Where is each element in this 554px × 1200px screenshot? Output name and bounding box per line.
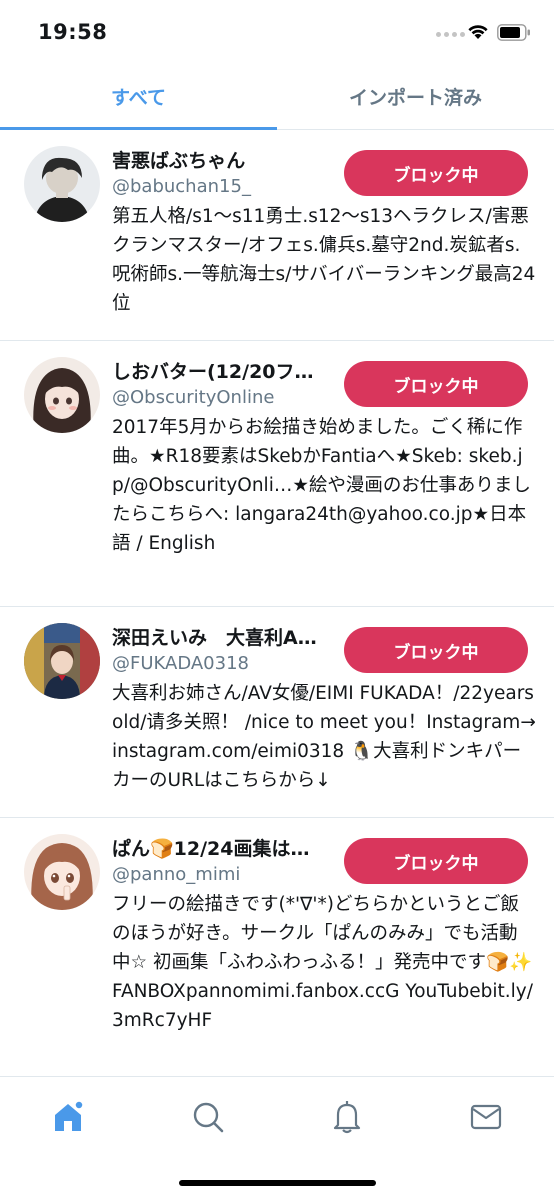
bell-icon <box>333 1101 361 1134</box>
tab-all-label: すべて <box>111 87 166 109</box>
status-bar: 19:58 <box>0 0 554 64</box>
user-bio: フリーの絵描きです(*'∇'*)どちらかというとご飯のほうが好き。サークル「ぱん… <box>112 894 533 1031</box>
signal-icon <box>436 32 465 37</box>
blocked-button[interactable]: ブロック中 <box>344 150 528 196</box>
blocked-user-list: 害悪ばぶちゃん @babuchan15_ 第五人格/s1〜s11勇士.s12〜s… <box>0 130 554 1076</box>
nav-messages[interactable] <box>466 1097 506 1137</box>
user-name: 害悪ばぶちゃん <box>112 150 246 172</box>
tab-all[interactable]: すべて <box>0 64 277 130</box>
user-name: 深田えいみ 大喜利A… <box>112 627 317 649</box>
list-item[interactable]: しおバター(12/20フ… @ObscurityOnline 2017年5月から… <box>0 341 554 607</box>
user-bio: 2017年5月からお絵描き始めました。ごく稀に作曲。★R18要素はSkebかFa… <box>112 417 531 554</box>
user-handle: @FUKADA0318 <box>112 653 249 674</box>
user-name: ぱん🍞12/24画集は… <box>112 838 310 860</box>
nav-home[interactable] <box>48 1097 88 1137</box>
user-handle: @ObscurityOnline <box>112 387 275 408</box>
list-item[interactable]: ぱん🍞12/24画集は… @panno_mimi フリーの絵描きです(*'∇'*… <box>0 818 554 1076</box>
home-indicator[interactable] <box>179 1180 376 1186</box>
battery-icon <box>497 24 530 41</box>
blocked-button[interactable]: ブロック中 <box>344 838 528 884</box>
tab-bar: すべて インポート済み <box>0 64 554 130</box>
status-time: 19:58 <box>38 20 108 44</box>
user-name: しおバター(12/20フ… <box>112 361 314 383</box>
blocked-button[interactable]: ブロック中 <box>344 361 528 407</box>
user-handle: @panno_mimi <box>112 864 241 885</box>
home-icon <box>55 1100 84 1131</box>
list-item[interactable]: 深田えいみ 大喜利A… @FUKADA0318 大喜利お姉さん/AV女優/EIM… <box>0 607 554 818</box>
user-bio: 大喜利お姉さん/AV女優/EIMI FUKADA！/22years old/请多… <box>112 683 536 791</box>
user-bio: 第五人格/s1〜s11勇士.s12〜s13ヘラクレス/害悪クランマスター/オフェ… <box>112 206 536 314</box>
user-handle: @babuchan15_ <box>112 176 251 197</box>
avatar[interactable] <box>24 357 100 433</box>
search-icon <box>193 1102 224 1133</box>
nav-search[interactable] <box>188 1097 228 1137</box>
tab-imported-label: インポート済み <box>348 87 482 109</box>
avatar[interactable] <box>24 623 100 699</box>
tab-imported[interactable]: インポート済み <box>277 64 554 129</box>
avatar[interactable] <box>24 834 100 910</box>
list-item[interactable]: 害悪ばぶちゃん @babuchan15_ 第五人格/s1〜s11勇士.s12〜s… <box>0 130 554 341</box>
mail-icon <box>470 1104 502 1130</box>
wifi-icon <box>468 25 488 39</box>
avatar[interactable] <box>24 146 100 222</box>
blocked-button[interactable]: ブロック中 <box>344 627 528 673</box>
nav-notifications[interactable] <box>327 1097 367 1137</box>
